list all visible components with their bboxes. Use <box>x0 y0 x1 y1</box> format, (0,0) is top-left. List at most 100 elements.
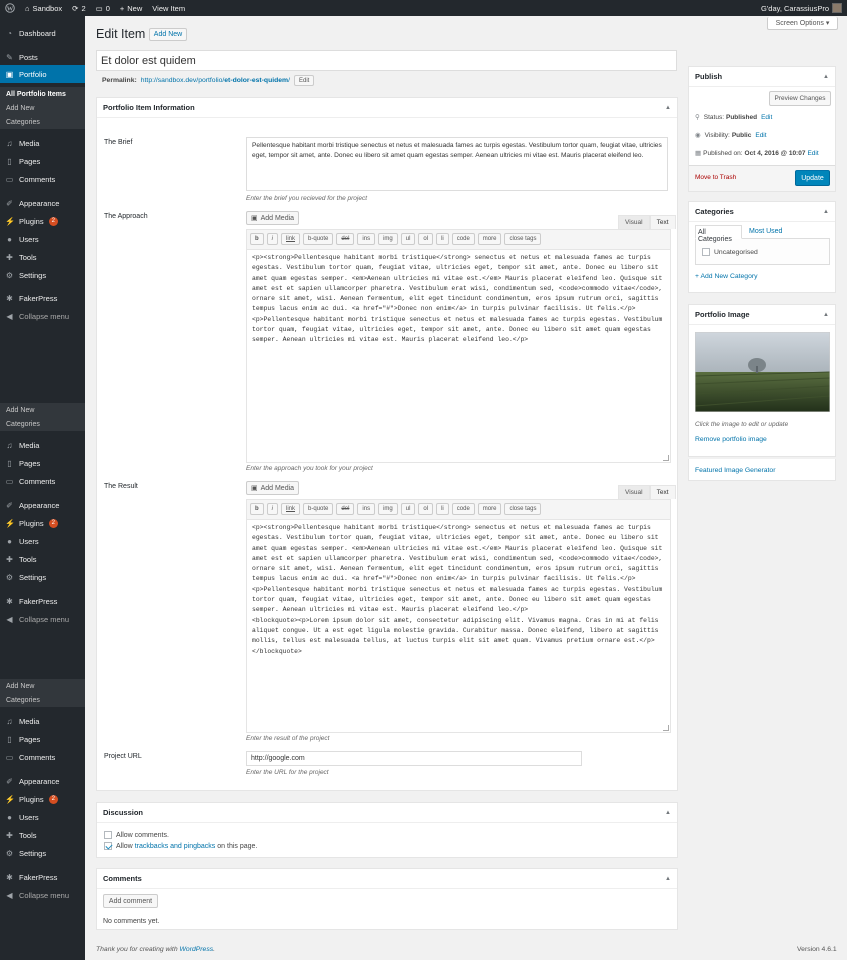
tab-visual[interactable]: Visual <box>618 215 650 229</box>
tab-visual[interactable]: Visual <box>618 485 650 499</box>
allow-comments-checkbox[interactable] <box>104 831 112 839</box>
qt-ol-button[interactable]: ol <box>418 233 434 245</box>
discussion-header[interactable]: Discussion ▲ <box>97 803 677 823</box>
menu-posts[interactable]: ✎ Posts <box>0 48 85 66</box>
collapse-arrow-icon[interactable]: ▲ <box>823 209 829 215</box>
qt-ul-button[interactable]: ul <box>400 233 416 245</box>
menu-users[interactable]: ● Users <box>0 808 85 826</box>
menu-fakerpress[interactable]: ✱ FakerPress <box>0 592 85 610</box>
portfolio-info-header[interactable]: Portfolio Item Information ▲ <box>97 98 677 118</box>
tab-text[interactable]: Text <box>649 485 676 499</box>
site-name-link[interactable]: ⌂ Sandbox <box>20 0 67 16</box>
menu-settings[interactable]: ⚙ Settings <box>0 266 85 284</box>
menu-comments[interactable]: ▭ Comments <box>0 748 85 766</box>
comments-header[interactable]: Comments ▲ <box>97 869 677 889</box>
submenu-categories[interactable]: Categories <box>0 115 85 129</box>
menu-settings[interactable]: ⚙ Settings <box>0 568 85 586</box>
resize-handle-icon[interactable] <box>663 725 669 731</box>
updates-link[interactable]: ⟳ 2 <box>67 0 90 16</box>
menu-pages[interactable]: ▯ Pages <box>0 730 85 748</box>
menu-settings[interactable]: ⚙ Settings <box>0 844 85 862</box>
tab-text[interactable]: Text <box>649 215 676 229</box>
menu-media[interactable]: ♫ Media <box>0 134 85 152</box>
new-content-link[interactable]: + New <box>115 0 147 16</box>
post-title-input[interactable]: Et dolor est quidem <box>96 50 677 71</box>
status-edit-link[interactable]: Edit <box>761 114 772 121</box>
menu-dashboard[interactable]: ◔ Dashboard <box>0 24 85 42</box>
collapse-arrow-icon[interactable]: ▲ <box>665 876 671 882</box>
remove-portfolio-image-link[interactable]: Remove portfolio image <box>695 436 767 443</box>
result-add-media-button[interactable]: ▣ Add Media <box>246 481 299 495</box>
menu-appearance[interactable]: ✐ Appearance <box>0 496 85 514</box>
permalink-link[interactable]: http://sandbox.dev/portfolio/et-dolor-es… <box>141 77 290 84</box>
menu-fakerpress[interactable]: ✱ FakerPress <box>0 868 85 886</box>
qt-ins-button[interactable]: ins <box>357 503 376 515</box>
categories-header[interactable]: Categories ▲ <box>689 202 835 222</box>
categories-tab-most-used[interactable]: Most Used <box>749 228 782 235</box>
submenu-add-new[interactable]: Add New <box>0 403 85 417</box>
menu-plugins[interactable]: ⚡ Plugins 2 <box>0 514 85 532</box>
approach-textarea[interactable]: <p><strong>Pellentesque habitant morbi t… <box>247 249 670 462</box>
qt-ul-button[interactable]: ul <box>400 503 416 515</box>
qt-img-button[interactable]: img <box>378 233 398 245</box>
collapse-menu-button[interactable]: ◀ Collapse menu <box>0 610 85 628</box>
menu-comments[interactable]: ▭ Comments <box>0 170 85 188</box>
menu-fakerpress[interactable]: ✱ FakerPress <box>0 289 85 307</box>
qt-del-button[interactable]: del <box>336 233 355 245</box>
my-account-link[interactable]: G'day, CarassiusPro <box>756 0 847 16</box>
menu-appearance[interactable]: ✐ Appearance <box>0 772 85 790</box>
submenu-add-new[interactable]: Add New <box>0 679 85 693</box>
qt-del-button[interactable]: del <box>336 503 355 515</box>
qt-ins-button[interactable]: ins <box>357 233 376 245</box>
menu-media[interactable]: ♫ Media <box>0 712 85 730</box>
preview-changes-button[interactable]: Preview Changes <box>769 91 831 106</box>
qt-img-button[interactable]: img <box>378 503 398 515</box>
qt-close-tags-button[interactable]: close tags <box>504 233 542 245</box>
categories-tab-all[interactable]: All Categories <box>695 225 742 243</box>
trackbacks-link[interactable]: trackbacks and pingbacks <box>135 843 216 850</box>
qt-italic-button[interactable]: i <box>266 503 279 515</box>
qt-code-button[interactable]: code <box>451 503 475 515</box>
qt-italic-button[interactable]: i <box>266 233 279 245</box>
menu-portfolio[interactable]: ▣ Portfolio <box>0 65 85 83</box>
menu-plugins[interactable]: ⚡ Plugins 2 <box>0 790 85 808</box>
screen-options-button[interactable]: Screen Options ▾ <box>767 17 838 30</box>
menu-comments[interactable]: ▭ Comments <box>0 472 85 490</box>
submenu-categories[interactable]: Categories <box>0 417 85 431</box>
collapse-arrow-icon[interactable]: ▲ <box>823 312 829 318</box>
qt-ol-button[interactable]: ol <box>418 503 434 515</box>
submenu-categories[interactable]: Categories <box>0 693 85 707</box>
category-checkbox[interactable] <box>702 248 710 256</box>
menu-plugins[interactable]: ⚡ Plugins 2 <box>0 212 85 230</box>
comments-link[interactable]: ▭ 0 <box>91 0 115 16</box>
allow-pings-checkbox[interactable] <box>104 842 112 850</box>
brief-textarea[interactable]: Pellentesque habitant morbi tristique se… <box>246 137 668 191</box>
featured-image-generator-link[interactable]: Featured Image Generator <box>695 467 775 474</box>
collapse-menu-button[interactable]: ◀ Collapse menu <box>0 307 85 325</box>
qt-li-button[interactable]: li <box>436 503 449 515</box>
collapse-menu-button[interactable]: ◀ Collapse menu <box>0 886 85 904</box>
qt-blockquote-button[interactable]: b-quote <box>303 233 334 245</box>
add-comment-button[interactable]: Add comment <box>103 894 158 908</box>
resize-handle-icon[interactable] <box>663 455 669 461</box>
collapse-arrow-icon[interactable]: ▲ <box>823 74 829 80</box>
approach-add-media-button[interactable]: ▣ Add Media <box>246 211 299 225</box>
qt-blockquote-button[interactable]: b-quote <box>303 503 334 515</box>
wordpress-logo-icon[interactable]: W <box>0 0 20 16</box>
permalink-edit-button[interactable]: Edit <box>294 75 315 86</box>
submenu-add-new[interactable]: Add New <box>0 101 85 115</box>
wordpress-link[interactable]: WordPress <box>180 946 214 953</box>
qt-link-button[interactable]: link <box>281 233 301 245</box>
qt-code-button[interactable]: code <box>451 233 475 245</box>
add-new-category-link[interactable]: + Add New Category <box>695 273 758 280</box>
collapse-arrow-icon[interactable]: ▲ <box>665 105 671 111</box>
qt-bold-button[interactable]: b <box>250 503 264 515</box>
menu-pages[interactable]: ▯ Pages <box>0 454 85 472</box>
portfolio-image-header[interactable]: Portfolio Image ▲ <box>689 305 835 325</box>
result-textarea[interactable]: <p><strong>Pellentesque habitant morbi t… <box>247 519 670 732</box>
menu-media[interactable]: ♫ Media <box>0 436 85 454</box>
qt-close-tags-button[interactable]: close tags <box>504 503 542 515</box>
publish-header[interactable]: Publish ▲ <box>689 67 835 87</box>
menu-tools[interactable]: ✚ Tools <box>0 550 85 568</box>
view-item-link[interactable]: View Item <box>147 0 190 16</box>
